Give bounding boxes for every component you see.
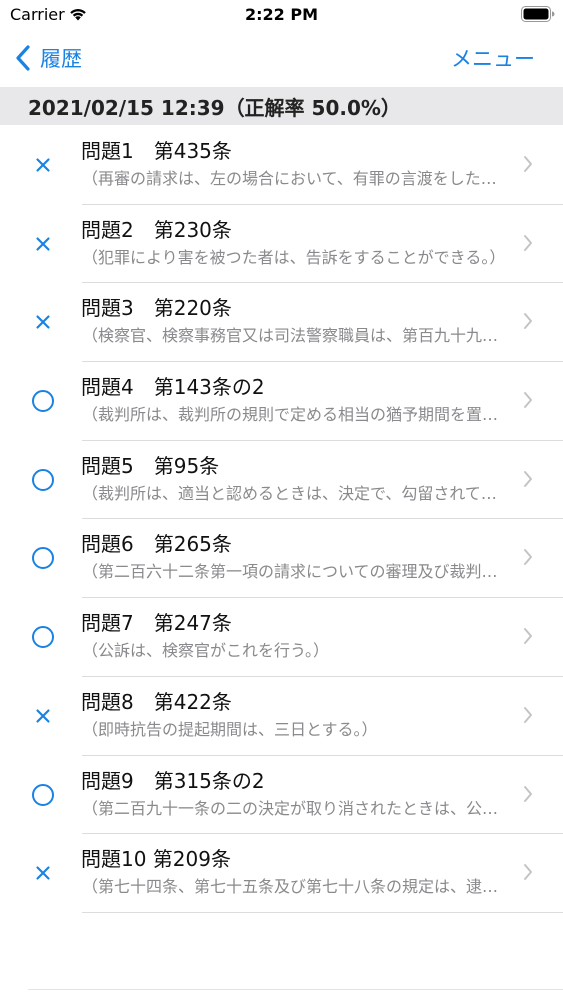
question-title: 問題8 第422条 <box>81 689 232 714</box>
chevron-right-icon <box>524 549 532 566</box>
question-title: 問題9 第315条の2 <box>81 768 265 793</box>
cross-icon <box>36 237 50 251</box>
chevron-right-icon <box>524 234 532 251</box>
circle-icon <box>32 468 54 491</box>
article-text-preview: （公訴は、検察官がこれを行う。） <box>82 641 330 661</box>
question-title: 問題3 第220条 <box>81 296 232 321</box>
back-label: 履歴 <box>40 47 82 71</box>
circle-icon <box>32 626 54 649</box>
chevron-right-icon <box>524 392 532 409</box>
question-title: 問題7 第247条 <box>81 611 232 636</box>
article-text-preview: （第七十四条、第七十五条及び第七十八条の規定は、逮捕状による逮捕についてこれを準… <box>82 877 510 897</box>
result-row[interactable]: 問題2 第230条 （犯罪により害を被つた者は、告訴をすることができる。） <box>0 205 563 284</box>
circle-icon <box>32 547 54 570</box>
result-row[interactable]: 問題1 第435条 （再審の請求は、左の場合において、有罪の言渡をした確定判決に対… <box>0 126 563 205</box>
result-list: 問題1 第435条 （再審の請求は、左の場合において、有罪の言渡をした確定判決に対… <box>0 126 563 913</box>
article-text-preview: （第二百九十一条の二の決定が取り消されたときは、公判手続を更新しなければならない… <box>82 798 510 818</box>
article-text-preview: （犯罪により害を被つた者は、告訴をすることができる。） <box>82 247 506 267</box>
result-row[interactable]: 問題3 第220条 （検察官、検察事務官又は司法警察職員は、第百九十九条の規定によ… <box>0 283 563 363</box>
result-row[interactable]: 問題5 第95条 （裁判所は、適当と認めるときは、決定で、勾留されている被告人を親… <box>0 441 563 520</box>
circle-icon <box>32 783 54 806</box>
article-text-preview: （裁判所は、裁判所の規則で定める相当の猶予期間を置いて、出頭すべき日時及び場所を… <box>82 405 510 425</box>
section-header: 2021/02/15 12:39（正解率 50.0%） <box>0 87 563 125</box>
chevron-left-icon <box>16 45 30 71</box>
question-title: 問題6 第265条 <box>81 532 232 557</box>
chevron-right-icon <box>524 313 532 330</box>
bottom-divider <box>28 989 563 990</box>
result-row[interactable]: 問題8 第422条 （即時抗告の提起期間は、三日とする。） <box>0 677 563 756</box>
question-title: 問題5 第95条 <box>81 453 220 478</box>
question-title: 問題10 第209条 <box>81 847 231 872</box>
cross-icon <box>36 158 50 172</box>
question-title: 問題4 第143条の2 <box>81 375 265 400</box>
cross-icon <box>36 866 50 880</box>
chevron-right-icon <box>524 706 532 723</box>
circle-icon <box>32 390 54 413</box>
chevron-right-icon <box>524 470 532 487</box>
chevron-right-icon <box>524 864 532 881</box>
question-title: 問題2 第230条 <box>81 217 232 242</box>
result-row[interactable]: 問題6 第265条 （第二百六十二条第一項の請求についての審理及び裁判は、合議体で… <box>0 519 563 599</box>
history-detail-screen: Carrier 2:22 PM 履歴 メニュー 2021/02/15 12:39… <box>0 0 563 1000</box>
back-button[interactable]: 履歴 <box>14 40 82 76</box>
result-row[interactable]: 問題9 第315条の2 （第二百九十一条の二の決定が取り消されたときは、公判手続を… <box>0 756 563 835</box>
article-text-preview: （裁判所は、適当と認めるときは、決定で、勾留されている被告人を親族、保護団体その… <box>82 483 510 503</box>
article-text-preview: （検察官、検察事務官又は司法警察職員は、第百九十九条の規定により被疑者を逮捕する… <box>82 326 510 346</box>
result-row[interactable]: 問題4 第143条の2 （裁判所は、裁判所の規則で定める相当の猶予期間を置いて、出… <box>0 362 563 441</box>
chevron-right-icon <box>524 628 532 645</box>
chevron-right-icon <box>524 785 532 802</box>
row-divider <box>82 911 563 913</box>
status-bar: Carrier 2:22 PM <box>0 0 563 30</box>
section-header-label: 2021/02/15 12:39（正解率 50.0%） <box>28 95 401 120</box>
article-text-preview: （再審の請求は、左の場合において、有罪の言渡をした確定判決に対して、その言渡を受… <box>82 169 510 188</box>
result-row[interactable]: 問題7 第247条 （公訴は、検察官がこれを行う。） <box>0 598 563 677</box>
result-row[interactable]: 問題10 第209条 （第七十四条、第七十五条及び第七十八条の規定は、逮捕状による… <box>0 834 563 913</box>
cross-icon <box>36 315 50 329</box>
question-title: 問題1 第435条 <box>81 139 232 163</box>
battery-icon <box>521 6 555 22</box>
menu-button[interactable]: メニュー <box>451 40 535 76</box>
chevron-right-icon <box>524 156 532 172</box>
clock-label: 2:22 PM <box>244 5 318 24</box>
cross-icon <box>36 709 50 723</box>
navigation-bar: 履歴 メニュー <box>0 30 563 86</box>
article-text-preview: （即時抗告の提起期間は、三日とする。） <box>82 719 378 739</box>
article-text-preview: （第二百六十二条第一項の請求についての審理及び裁判は、合議体でこれをしなければな… <box>82 562 510 582</box>
